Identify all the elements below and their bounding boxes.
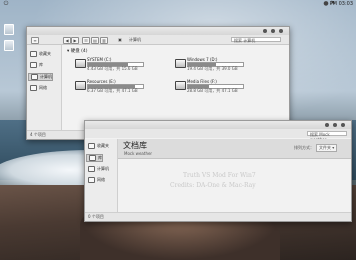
maximize-button[interactable]: [271, 29, 275, 33]
library-header: 文档库 Mock weather 排列方式： 文件夹 ▾: [118, 139, 351, 159]
hard-drive-icon: [175, 81, 186, 90]
star-icon: [30, 51, 37, 57]
star-icon: [88, 143, 95, 149]
close-button[interactable]: [279, 29, 283, 33]
minimize-button[interactable]: [325, 123, 329, 127]
drive-item[interactable]: Media Files (F:) 28.8 GB 可用，共 47.1 GB: [175, 79, 275, 93]
navigation-toolbar: 搜索 Mock weather: [85, 129, 351, 142]
drive-item[interactable]: Resources (E:) 6.37 GB 可用，共 47.1 GB: [75, 79, 175, 93]
menu-icon[interactable]: ≡: [31, 37, 39, 44]
computer-icon: ▣: [118, 37, 122, 42]
drive-size: 28.8 GB 可用，共 47.1 GB: [187, 88, 238, 93]
search-input[interactable]: 搜索 Mock weather: [307, 131, 347, 142]
desktop-computer-icon[interactable]: [4, 24, 14, 35]
arrange-dropdown[interactable]: 文件夹 ▾: [316, 144, 338, 152]
sidebar-item-libraries[interactable]: 库: [30, 62, 43, 68]
sidebar-item-computer[interactable]: 计算机: [88, 166, 109, 172]
credit-line: Credits: DA-One & Mac-Ray: [170, 182, 256, 189]
view-button[interactable]: ☷: [82, 37, 90, 44]
title-bar[interactable]: [27, 27, 289, 35]
library-subtitle: Mock weather: [124, 151, 153, 156]
minimize-button[interactable]: [263, 29, 267, 33]
drive-size: 4.43 GB 可用，共 15.6 GB: [87, 66, 138, 71]
sidebar-item-favorites[interactable]: 收藏夹: [88, 143, 109, 149]
status-bar: 0 个项目: [85, 212, 351, 221]
sidebar-item-network[interactable]: 网络: [30, 85, 47, 91]
network-icon: [88, 177, 95, 183]
computer-icon: [31, 74, 38, 80]
drive-size: 19.4 GB 可用，共 39.0 GB: [187, 66, 238, 71]
sidebar-item-computer[interactable]: 计算机: [28, 73, 53, 81]
network-icon: [30, 85, 37, 91]
back-button[interactable]: ◀: [63, 37, 71, 44]
title-bar[interactable]: [85, 121, 351, 129]
hard-drive-icon: [75, 59, 86, 68]
view-button[interactable]: ▥: [100, 37, 108, 44]
credit-line: Truth VS Mod For Win7: [183, 172, 256, 179]
sidebar-item-network[interactable]: 网络: [88, 177, 105, 183]
address-bar[interactable]: 计算机: [127, 37, 227, 42]
maximize-button[interactable]: [333, 123, 337, 127]
navigation-toolbar: ≡ ◀ ▶ ☷ ▤ ▥ ▣ 计算机 搜索 计算机: [27, 35, 289, 45]
drive-item[interactable]: SYSTEM (C:) 4.43 GB 可用，共 15.6 GB: [75, 57, 175, 71]
drive-size: 6.37 GB 可用，共 47.1 GB: [87, 88, 138, 93]
sidebar-item-libraries[interactable]: 库: [86, 154, 103, 162]
hard-drive-icon: [75, 81, 86, 90]
search-input[interactable]: 搜索 计算机: [231, 37, 281, 43]
drive-item[interactable]: Windows 7 (D:) 19.4 GB 可用，共 39.0 GB: [175, 57, 275, 71]
clock[interactable]: PM 03:03: [330, 0, 353, 8]
power-icon[interactable]: ⏻: [3, 1, 9, 7]
arrange-label: 排列方式：: [294, 145, 314, 150]
top-menu-bar: ⏻ ● ⚑ PM 03:03: [0, 0, 356, 8]
view-button[interactable]: ▤: [91, 37, 99, 44]
library-window: 搜索 Mock weather 收藏夹 库 计算机 网络 文档库 Mock we…: [84, 120, 352, 222]
sidebar-item-favorites[interactable]: 收藏夹: [30, 51, 51, 57]
library-title: 文档库: [123, 141, 147, 150]
close-button[interactable]: [341, 123, 345, 127]
desktop-recycle-bin-icon[interactable]: [4, 40, 14, 51]
forward-button[interactable]: ▶: [71, 37, 79, 44]
library-icon: [89, 155, 96, 161]
explorer-sidebar: 收藏夹 库 计算机 网络: [27, 45, 62, 130]
group-header[interactable]: ▾ 硬盘 (4): [67, 48, 88, 54]
library-icon: [30, 62, 37, 68]
hard-drive-icon: [175, 59, 186, 68]
user-icon[interactable]: ●: [323, 1, 329, 7]
library-sidebar: 收藏夹 库 计算机 网络: [85, 139, 118, 212]
computer-icon: [88, 166, 95, 172]
